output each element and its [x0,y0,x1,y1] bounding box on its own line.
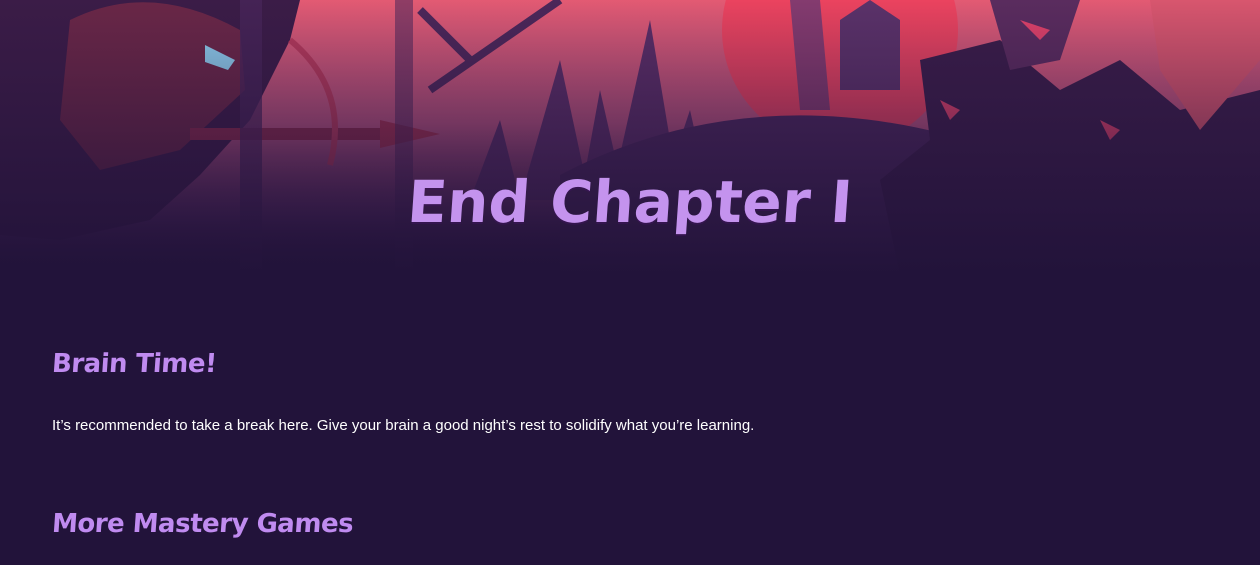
brain-time-heading: Brain Time! [50,349,218,379]
hero-banner: End Chapter I [0,0,1260,275]
brain-time-text: It’s recommended to take a break here. G… [52,417,755,434]
chapter-title: End Chapter I [405,168,855,236]
mastery-games-heading: More Mastery Games [50,509,355,539]
